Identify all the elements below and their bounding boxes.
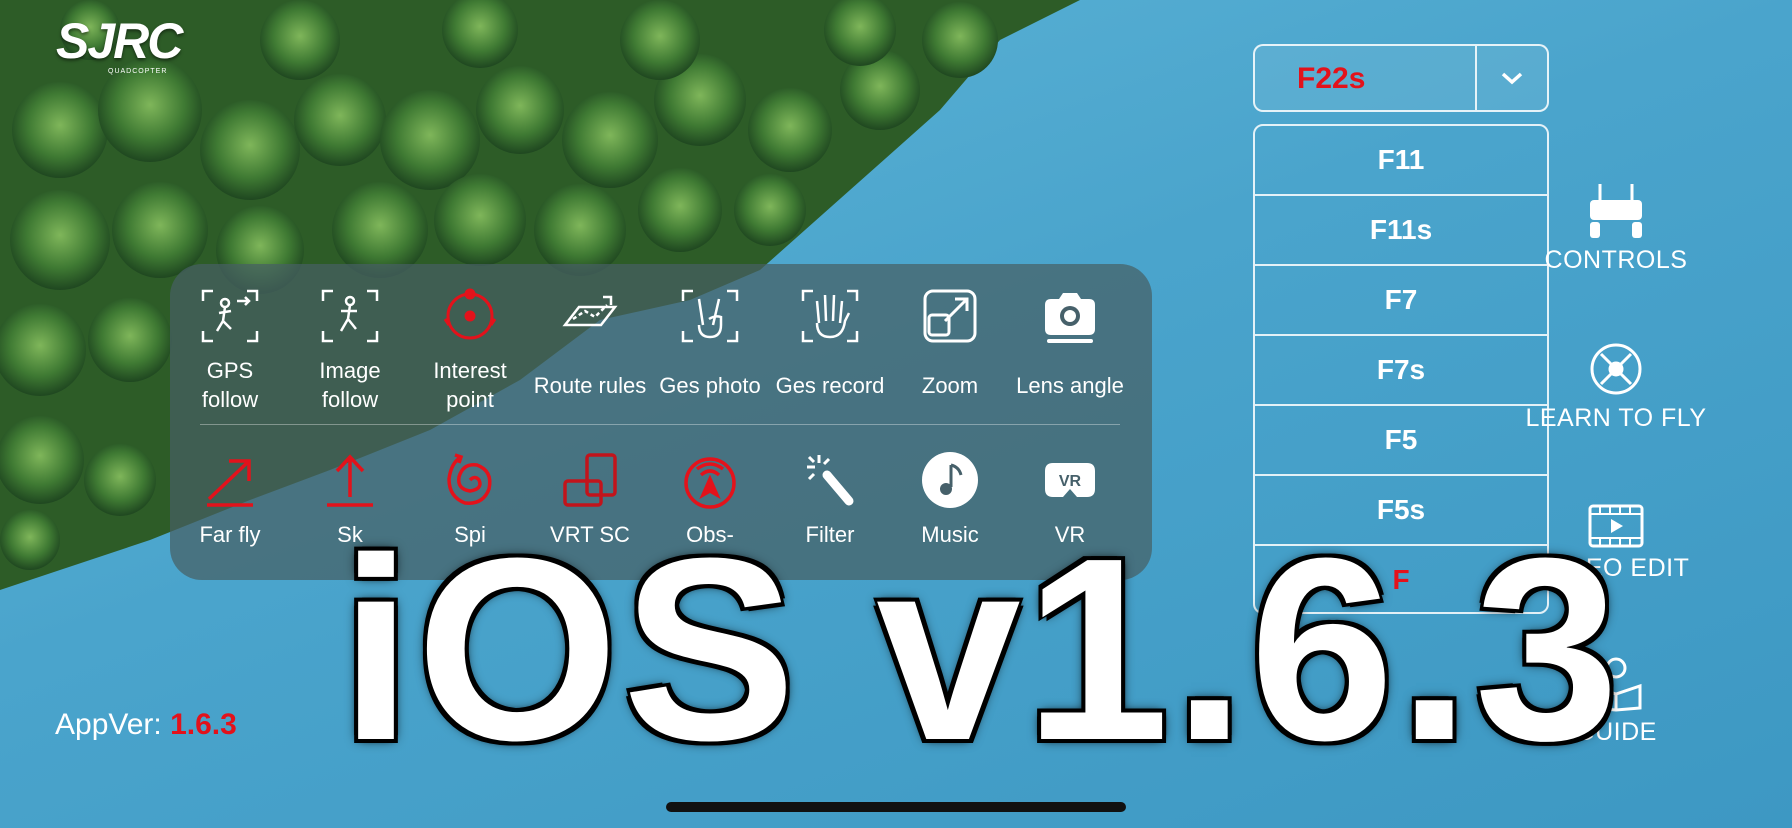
logo-subtext: QUADCOPTER: [108, 68, 168, 75]
far-fly-button[interactable]: Far fly: [170, 448, 290, 578]
app-version-number: 1.6.3: [170, 708, 237, 741]
interest-point-icon: [438, 284, 502, 348]
gesture-photo-label: Ges photo: [659, 372, 761, 398]
lens-angle-button[interactable]: Lens angle: [1010, 284, 1130, 414]
camera-icon: [1038, 284, 1102, 348]
sjrc-logo: SJRC QUADCOPTER: [56, 12, 186, 82]
controls-button[interactable]: CONTROLS: [1506, 182, 1726, 275]
sky-icon: [318, 448, 382, 512]
far-fly-label: Far fly: [199, 522, 261, 547]
home-indicator[interactable]: [666, 802, 1126, 812]
gesture-photo-button[interactable]: Ges photo: [650, 284, 770, 414]
model-option[interactable]: F11: [1255, 126, 1547, 196]
remote-controller-icon: [1590, 184, 1642, 238]
zoom-label: Zoom: [921, 372, 979, 398]
zoom-icon: [918, 284, 982, 348]
gesture-record-icon: [798, 284, 862, 348]
learn-to-fly-label: LEARN TO FLY: [1525, 404, 1707, 432]
model-option[interactable]: F7s: [1255, 336, 1547, 406]
gesture-record-button[interactable]: Ges record: [770, 284, 890, 414]
lens-angle-label: Lens angle: [1016, 372, 1124, 398]
version-overlay-text: iOS v1.6.3: [340, 505, 1623, 795]
logo-text: SJRC: [56, 13, 183, 69]
interest-point-button[interactable]: Interest point: [410, 284, 530, 414]
gesture-record-label: Ges record: [775, 372, 885, 398]
spiral-icon: [438, 448, 502, 512]
image-follow-button[interactable]: Image follow: [290, 284, 410, 414]
obstacle-icon: [678, 448, 742, 512]
function-row-1: GPS follow Image follow Interest point R…: [170, 284, 1152, 414]
gps-follow-button[interactable]: GPS follow: [170, 284, 290, 414]
model-select[interactable]: F22s: [1253, 44, 1549, 112]
gps-follow-icon: [198, 284, 262, 348]
svg-text:VR: VR: [1059, 473, 1082, 490]
route-rules-label: Route rules: [533, 372, 647, 398]
image-follow-icon: [318, 284, 382, 348]
music-icon: [918, 448, 982, 512]
chevron-down-icon[interactable]: [1477, 46, 1547, 110]
drone-icon: [1590, 343, 1642, 395]
panel-divider: [200, 424, 1120, 425]
zoom-button[interactable]: Zoom: [890, 284, 1010, 414]
learn-to-fly-button[interactable]: LEARN TO FLY: [1506, 340, 1726, 433]
controls-label: CONTROLS: [1544, 246, 1688, 274]
gps-follow-label: GPS follow: [201, 358, 259, 412]
interest-point-label: Interest point: [433, 358, 507, 412]
model-option[interactable]: F11s: [1255, 196, 1547, 266]
app-version-label: AppVer:: [55, 708, 171, 741]
route-rules-button[interactable]: Route rules: [530, 284, 650, 414]
vr-headset-icon: VR: [1038, 448, 1102, 512]
image-follow-label: Image follow: [319, 358, 381, 412]
gesture-photo-icon: [678, 284, 742, 348]
model-option[interactable]: F5: [1255, 406, 1547, 476]
vertical-screen-icon: [558, 448, 622, 512]
route-rules-icon: [558, 284, 622, 348]
model-option[interactable]: F7: [1255, 266, 1547, 336]
far-fly-icon: [198, 448, 262, 512]
model-select-value: F22s: [1297, 62, 1366, 95]
app-version: AppVer: 1.6.3: [55, 708, 237, 742]
filter-wand-icon: [798, 448, 862, 512]
